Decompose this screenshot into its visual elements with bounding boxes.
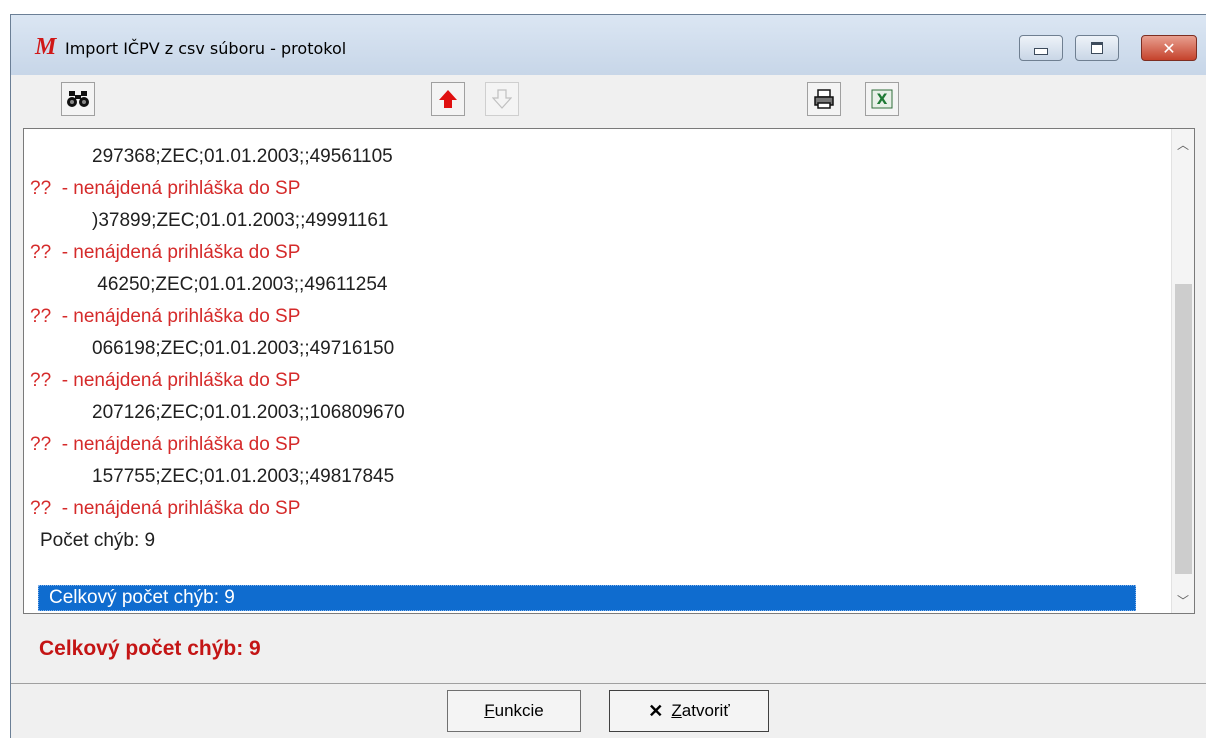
maximize-button[interactable] bbox=[1075, 35, 1119, 61]
close-window-button[interactable]: ✕ bbox=[1141, 35, 1197, 61]
dialog-window: M Import IČPV z csv súboru - protokol ✕ bbox=[10, 14, 1206, 738]
error-line[interactable]: ?? - nenájdená prihláška do SP bbox=[24, 173, 1172, 205]
next-button[interactable] bbox=[485, 82, 519, 116]
export-excel-button[interactable]: X bbox=[865, 82, 899, 116]
scroll-up-icon[interactable]: ︿ bbox=[1172, 133, 1194, 155]
printer-icon bbox=[814, 89, 834, 109]
excel-export-icon: X bbox=[871, 89, 893, 109]
title-bar[interactable]: M Import IČPV z csv súboru - protokol ✕ bbox=[11, 15, 1206, 75]
close-icon: ✕ bbox=[1162, 38, 1176, 58]
status-message: Celkový počet chýb: 9 bbox=[39, 637, 261, 660]
minimize-icon bbox=[1034, 47, 1048, 55]
protocol-list[interactable]: 297368;ZEC;01.01.2003;;49561105?? - nená… bbox=[23, 128, 1195, 614]
close-button-label: atvoriť bbox=[681, 701, 730, 720]
close-icon: ✕ bbox=[648, 700, 664, 721]
summary-line[interactable]: Počet chýb: 9 bbox=[24, 525, 1172, 557]
data-line[interactable]: 46250;ZEC;01.01.2003;;49611254 bbox=[24, 269, 1172, 301]
find-button[interactable] bbox=[61, 82, 95, 116]
functions-button[interactable]: Funkcie bbox=[447, 690, 581, 732]
arrow-up-icon bbox=[439, 90, 457, 108]
error-line[interactable]: ?? - nenájdená prihláška do SP bbox=[24, 237, 1172, 269]
error-line[interactable]: ?? - nenájdená prihláška do SP bbox=[24, 301, 1172, 333]
binoculars-icon bbox=[67, 91, 89, 107]
selected-list-item[interactable]: Celkový počet chýb: 9 bbox=[38, 585, 1136, 611]
previous-button[interactable] bbox=[431, 82, 465, 116]
data-line[interactable]: 297368;ZEC;01.01.2003;;49561105 bbox=[24, 141, 1172, 173]
log-lines: 297368;ZEC;01.01.2003;;49561105?? - nená… bbox=[24, 141, 1172, 557]
maximize-icon bbox=[1091, 42, 1103, 54]
data-line[interactable]: 066198;ZEC;01.01.2003;;49716150 bbox=[24, 333, 1172, 365]
window-title: Import IČPV z csv súboru - protokol bbox=[65, 39, 347, 58]
close-button[interactable]: ✕ Zatvoriť bbox=[609, 690, 769, 732]
minimize-button[interactable] bbox=[1019, 35, 1063, 61]
print-button[interactable] bbox=[807, 82, 841, 116]
svg-text:X: X bbox=[877, 92, 888, 108]
data-line[interactable]: 207126;ZEC;01.01.2003;;106809670 bbox=[24, 397, 1172, 429]
arrow-down-icon bbox=[492, 89, 512, 109]
data-line[interactable]: )37899;ZEC;01.01.2003;;49991161 bbox=[24, 205, 1172, 237]
close-button-mnemonic: Z bbox=[671, 701, 682, 720]
divider bbox=[11, 683, 1206, 684]
data-line[interactable]: 157755;ZEC;01.01.2003;;49817845 bbox=[24, 461, 1172, 493]
error-line[interactable]: ?? - nenájdená prihláška do SP bbox=[24, 365, 1172, 397]
scroll-down-icon[interactable]: ﹀ bbox=[1172, 589, 1194, 611]
error-line[interactable]: ?? - nenájdená prihláška do SP bbox=[24, 429, 1172, 461]
scroll-thumb[interactable] bbox=[1175, 284, 1192, 574]
error-line[interactable]: ?? - nenájdená prihláška do SP bbox=[24, 493, 1172, 525]
functions-button-label: unkcie bbox=[494, 701, 544, 720]
functions-button-mnemonic: F bbox=[484, 701, 495, 720]
toolbar: X bbox=[19, 78, 1197, 126]
vertical-scrollbar[interactable]: ︿ ﹀ bbox=[1171, 129, 1194, 613]
app-logo-icon: M bbox=[35, 34, 57, 60]
